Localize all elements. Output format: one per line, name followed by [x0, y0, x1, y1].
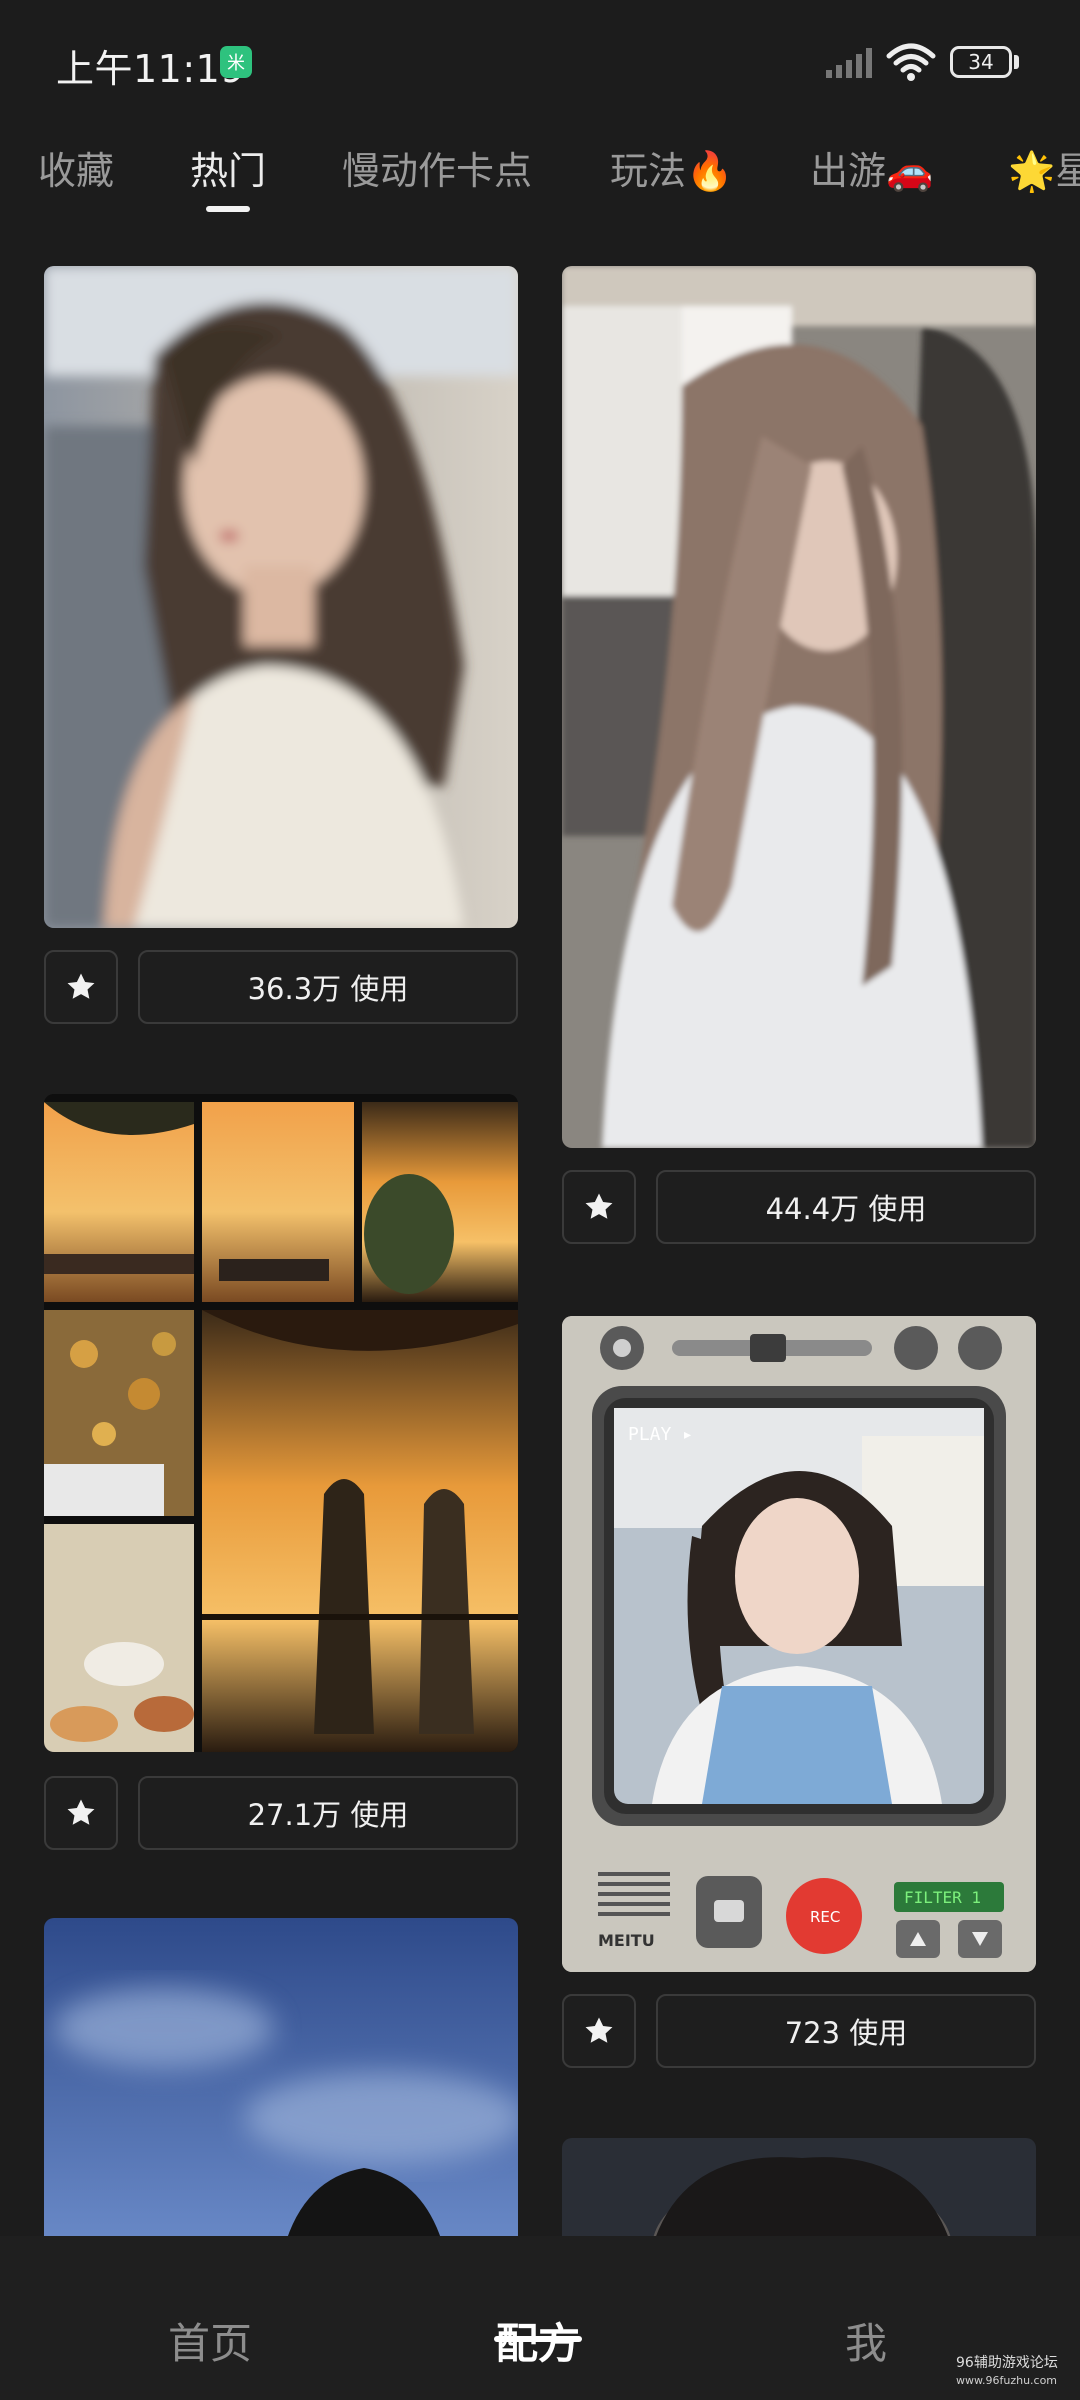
favorite-button[interactable] — [562, 1994, 636, 2068]
brand-label: MEITU — [598, 1931, 655, 1950]
portrait-image — [44, 266, 518, 928]
battery-indicator: 34 — [950, 46, 1012, 78]
tab-slow-motion[interactable]: 慢动作卡点 — [342, 140, 532, 195]
template-card-image[interactable] — [44, 266, 518, 928]
template-card-image[interactable] — [44, 1918, 518, 2248]
favorite-button[interactable] — [44, 950, 118, 1024]
signal-icon — [826, 48, 872, 78]
use-button[interactable]: 36.3万 使用 — [138, 950, 518, 1024]
star-icon — [67, 1799, 95, 1825]
category-tabs: 收藏 热门 慢动作卡点 玩法🔥 出游🚗 🌟星 — [0, 128, 1080, 228]
tab-hot[interactable]: 热门 — [190, 140, 266, 195]
tab-gameplay[interactable]: 玩法🔥 — [610, 140, 733, 195]
tab-favorites[interactable]: 收藏 — [38, 140, 114, 195]
girl-car-image — [562, 266, 1036, 1148]
nav-me[interactable]: 我 — [845, 2310, 887, 2371]
favorite-button[interactable] — [562, 1170, 636, 1244]
app-notification-icon: 米 — [220, 46, 252, 78]
filter-label: FILTER 1 — [904, 1888, 981, 1907]
use-button[interactable]: 27.1万 使用 — [138, 1776, 518, 1850]
star-icon — [67, 973, 95, 999]
use-button[interactable]: 44.4万 使用 — [656, 1170, 1036, 1244]
nav-indicator — [494, 2336, 582, 2342]
blue-sky-image — [44, 1918, 518, 2248]
status-time: 上午11:19 — [56, 47, 246, 91]
watermark-title: 96辅助游戏论坛 — [956, 2355, 1058, 2371]
play-label: PLAY ▸ — [628, 1424, 693, 1445]
rec-label: REC — [810, 1908, 840, 1926]
watermark-url: www.96fuzhu.com — [956, 2374, 1058, 2387]
tab-travel[interactable]: 出游🚗 — [810, 140, 933, 195]
template-card-image[interactable] — [44, 1094, 518, 1752]
tab-indicator — [206, 206, 250, 212]
battery-level: 34 — [968, 50, 994, 74]
bottom-navigation: 首页 配方 我 — [0, 2236, 1080, 2400]
use-button[interactable]: 723 使用 — [656, 1994, 1036, 2068]
wifi-icon — [886, 43, 936, 81]
star-icon — [585, 1193, 613, 1219]
status-bar: 上午11:19 米 34 — [0, 0, 1080, 120]
star-icon — [585, 2017, 613, 2043]
template-card-image[interactable] — [562, 2138, 1036, 2248]
retro-camera-image: PLAY ▸ MEITU REC FILTER 1 — [562, 1316, 1036, 1972]
tab-star[interactable]: 🌟星 — [1008, 140, 1080, 195]
nav-home[interactable]: 首页 — [168, 2310, 252, 2371]
template-card-image[interactable] — [562, 266, 1036, 1148]
watermark: 96辅助游戏论坛 www.96fuzhu.com — [956, 2354, 1058, 2390]
template-card-image[interactable]: PLAY ▸ MEITU REC FILTER 1 — [562, 1316, 1036, 1972]
sunset-collage-image — [44, 1094, 518, 1752]
battery-cap — [1014, 55, 1019, 69]
favorite-button[interactable] — [44, 1776, 118, 1850]
dark-portrait-image — [562, 2138, 1036, 2248]
